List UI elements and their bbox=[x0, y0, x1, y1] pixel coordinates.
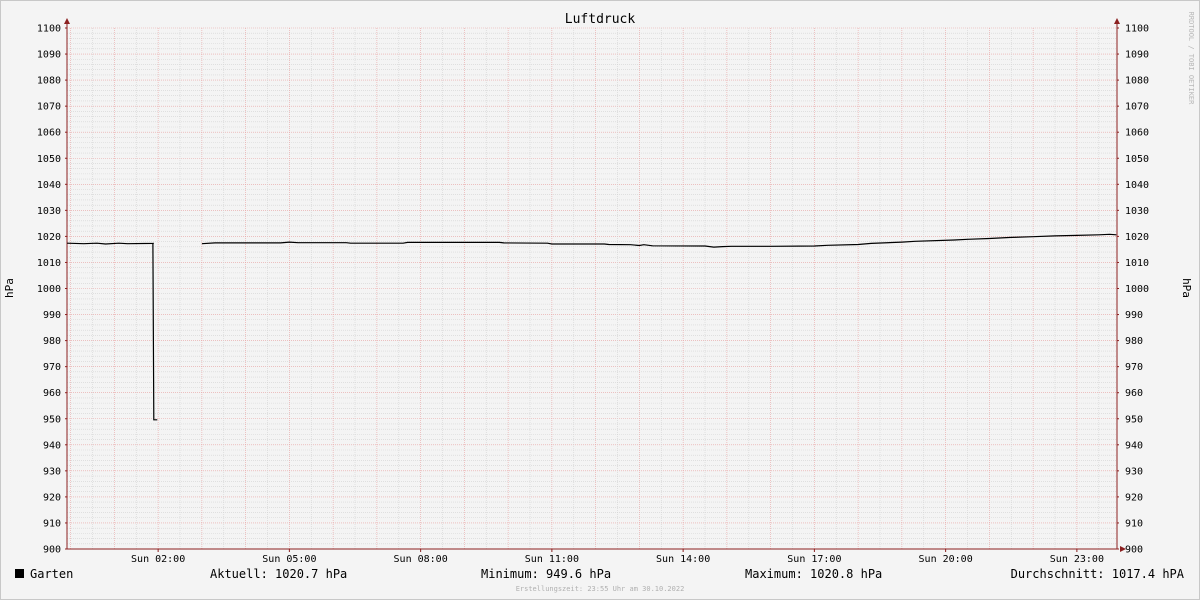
y-tick-label-left: 970 bbox=[43, 362, 61, 373]
legend: Garten Aktuell: 1020.7 hPa Minimum: 949.… bbox=[0, 567, 1200, 583]
y-tick-label-left: 1010 bbox=[37, 258, 61, 269]
y-tick-label-left: 980 bbox=[43, 336, 61, 347]
y-tick-label-right: 1100 bbox=[1125, 24, 1149, 35]
x-tick-label: Sun 17:00 bbox=[787, 554, 841, 565]
y-tick-label-right: 930 bbox=[1125, 466, 1143, 477]
legend-series: Garten bbox=[15, 567, 73, 581]
y-tick-label-right: 1090 bbox=[1125, 50, 1149, 61]
x-tick-label: Sun 23:00 bbox=[1050, 554, 1104, 565]
y-tick-label-right: 990 bbox=[1125, 310, 1143, 321]
y-tick-label-left: 1070 bbox=[37, 102, 61, 113]
y-axis-label-right: hPa bbox=[1180, 278, 1193, 298]
y-tick-label-right: 960 bbox=[1125, 388, 1143, 399]
y-axis-left: 900 910 920 930 940 950 960 970 980 990 1000 1010 10… bbox=[37, 24, 67, 556]
legend-swatch bbox=[15, 569, 24, 578]
series-line-garten bbox=[152, 243, 158, 421]
x-tick-label: Sun 02:00 bbox=[131, 554, 185, 565]
y-tick-label-right: 1000 bbox=[1125, 284, 1149, 295]
axes bbox=[64, 18, 1126, 552]
y-axis-arrow-right bbox=[1114, 18, 1120, 24]
y-axis-label-left: hPa bbox=[3, 278, 16, 298]
x-axis: Sun 02:00 Sun 05:00 Sun 08:00 Sun 11:00 Sun … bbox=[131, 549, 1104, 565]
y-tick-label-left: 910 bbox=[43, 518, 61, 529]
y-tick-label-left: 960 bbox=[43, 388, 61, 399]
y-tick-label-left: 1020 bbox=[37, 232, 61, 243]
y-tick-label-left: 1050 bbox=[37, 154, 61, 165]
y-tick-label-right: 1030 bbox=[1125, 206, 1149, 217]
y-tick-label-left: 900 bbox=[43, 545, 61, 556]
chart-canvas: 900 910 920 930 940 950 960 970 980 990 1000 1010 10… bbox=[3, 12, 1195, 565]
y-tick-label-right: 950 bbox=[1125, 414, 1143, 425]
y-axis-right: 900 910 920 930 940 950 960 970 980 990 1000 1010 10… bbox=[1117, 24, 1149, 556]
legend-series-name: Garten bbox=[30, 567, 74, 581]
y-tick-label-left: 930 bbox=[43, 466, 61, 477]
watermark: RRDTOOL / TOBI OETIKER bbox=[1187, 12, 1195, 106]
y-tick-label-right: 920 bbox=[1125, 492, 1143, 503]
y-tick-label-left: 1060 bbox=[37, 128, 61, 139]
x-tick-label: Sun 20:00 bbox=[919, 554, 973, 565]
x-tick-label: Sun 08:00 bbox=[394, 554, 448, 565]
y-tick-label-right: 970 bbox=[1125, 362, 1143, 373]
y-tick-label-left: 920 bbox=[43, 492, 61, 503]
creation-timestamp: Erstellungszeit: 23:55 Uhr am 30.10.2022 bbox=[515, 585, 685, 593]
legend-maximum: Maximum: 1020.8 hPa bbox=[745, 567, 883, 581]
y-tick-label-left: 940 bbox=[43, 440, 61, 451]
y-tick-label-left: 990 bbox=[43, 310, 61, 321]
legend-average: Durchschnitt: 1017.4 hPA bbox=[1010, 567, 1184, 581]
y-tick-label-left: 1000 bbox=[37, 284, 61, 295]
x-tick-label: Sun 14:00 bbox=[656, 554, 710, 565]
y-tick-label-right: 1040 bbox=[1125, 180, 1149, 191]
grid bbox=[67, 27, 1117, 550]
y-tick-label-left: 1030 bbox=[37, 206, 61, 217]
y-tick-label-right: 1080 bbox=[1125, 76, 1149, 87]
y-tick-label-right: 1020 bbox=[1125, 232, 1149, 243]
series-lines bbox=[67, 233, 1117, 421]
series-line-garten bbox=[67, 242, 154, 245]
y-tick-label-left: 1100 bbox=[37, 24, 61, 35]
x-tick-label: Sun 11:00 bbox=[525, 554, 579, 565]
y-tick-label-right: 1050 bbox=[1125, 154, 1149, 165]
y-tick-label-right: 980 bbox=[1125, 336, 1143, 347]
y-tick-label-right: 1070 bbox=[1125, 102, 1149, 113]
y-tick-label-right: 1010 bbox=[1125, 258, 1149, 269]
y-tick-label-left: 950 bbox=[43, 414, 61, 425]
x-tick-label: Sun 05:00 bbox=[262, 554, 316, 565]
y-tick-label-left: 1040 bbox=[37, 180, 61, 191]
chart-title: Luftdruck bbox=[565, 12, 636, 27]
y-tick-label-right: 910 bbox=[1125, 518, 1143, 529]
y-tick-label-left: 1090 bbox=[37, 50, 61, 61]
legend-current: Aktuell: 1020.7 hPa bbox=[210, 567, 348, 581]
y-tick-label-right: 1060 bbox=[1125, 128, 1149, 139]
y-axis-arrow-left bbox=[64, 18, 70, 24]
y-tick-label-left: 1080 bbox=[37, 76, 61, 87]
y-tick-label-right: 900 bbox=[1125, 545, 1143, 556]
legend-minimum: Minimum: 949.6 hPa bbox=[481, 567, 612, 581]
y-tick-label-right: 940 bbox=[1125, 440, 1143, 451]
